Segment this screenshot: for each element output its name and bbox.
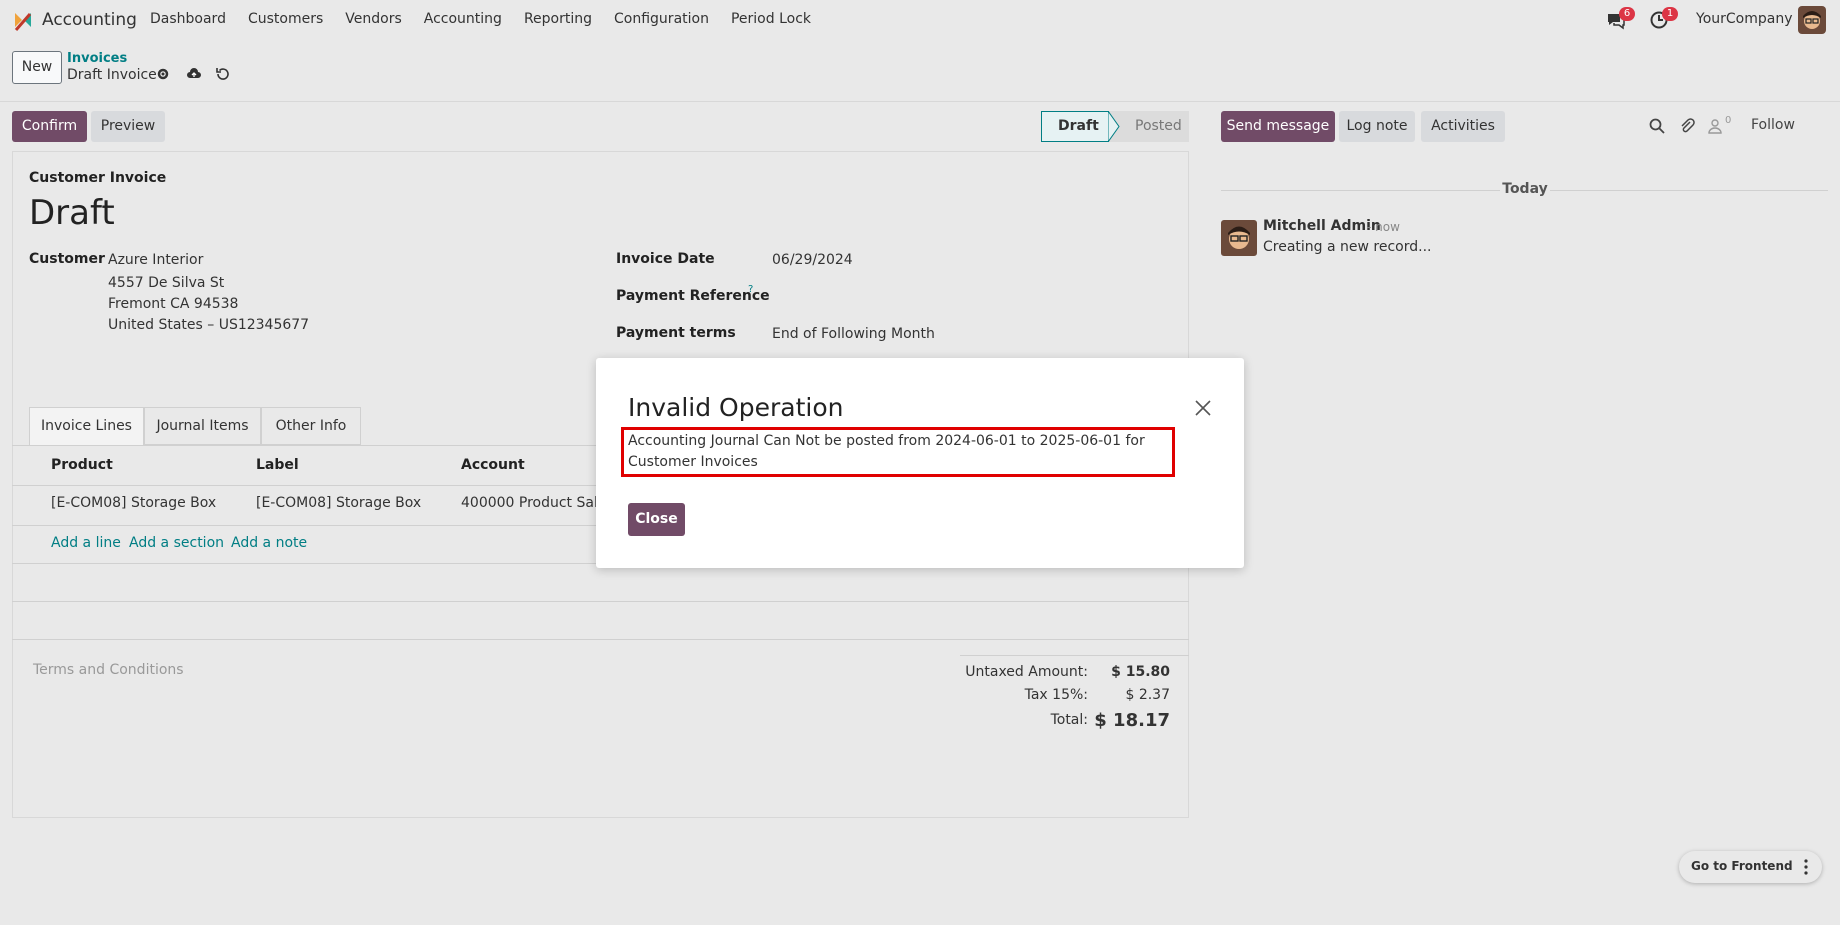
go-to-frontend-label: Go to Frontend: [1691, 859, 1793, 873]
invoice-date-label: Invoice Date: [616, 251, 715, 267]
invoice-title: Draft: [29, 193, 115, 233]
messages-badge: 6: [1619, 7, 1635, 21]
invalid-operation-dialog: Invalid Operation Accounting Journal Can…: [596, 358, 1244, 568]
save-cloud-icon[interactable]: [186, 66, 202, 82]
menu-customers[interactable]: Customers: [248, 11, 323, 27]
search-icon[interactable]: [1648, 117, 1666, 135]
status-draft: Draft: [1041, 111, 1109, 142]
user-avatar[interactable]: [1798, 6, 1826, 34]
tab-journal-items[interactable]: Journal Items: [144, 407, 261, 445]
close-icon[interactable]: [1194, 399, 1212, 417]
close-button[interactable]: Close: [628, 503, 685, 536]
menu-accounting[interactable]: Accounting: [424, 11, 502, 27]
invoice-date-field[interactable]: 06/29/2024: [772, 252, 853, 268]
paperclip-icon[interactable]: [1678, 117, 1696, 135]
customer-address-line3: United States – US12345677: [108, 317, 310, 333]
untaxed-amount-value: $ 15.80: [1111, 664, 1170, 680]
more-options-icon[interactable]: [1801, 858, 1811, 876]
line-account[interactable]: 400000 Product Sales: [461, 495, 614, 511]
row-divider-4: [12, 639, 1189, 640]
company-switcher[interactable]: YourCompany: [1696, 11, 1793, 27]
followers-user-icon[interactable]: [1707, 117, 1725, 135]
go-to-frontend-button[interactable]: Go to Frontend: [1679, 851, 1822, 883]
add-note-link[interactable]: Add a note: [231, 535, 307, 551]
follow-button[interactable]: Follow: [1751, 117, 1795, 133]
tax-value: $ 2.37: [1125, 687, 1170, 703]
date-separator: Today: [1500, 181, 1550, 197]
customer-label: Customer: [29, 251, 105, 267]
confirm-button[interactable]: Confirm: [12, 111, 87, 142]
menu-dashboard[interactable]: Dashboard: [150, 11, 226, 27]
column-label[interactable]: Label: [256, 457, 299, 473]
app-name[interactable]: Accounting: [42, 10, 137, 30]
line-label[interactable]: [E-COM08] Storage Box: [256, 495, 421, 511]
terms-conditions-input[interactable]: Terms and Conditions: [33, 662, 184, 678]
new-button[interactable]: New: [12, 51, 62, 84]
add-line-link[interactable]: Add a line: [51, 535, 121, 551]
log-note-button[interactable]: Log note: [1339, 111, 1415, 142]
payment-reference-label: Payment Reference: [616, 288, 770, 304]
payment-reference-help[interactable]: ?: [748, 284, 753, 295]
row-divider-3: [12, 601, 1189, 602]
menu-period-lock[interactable]: Period Lock: [731, 11, 811, 27]
discard-undo-icon[interactable]: [214, 66, 230, 82]
line-product[interactable]: [E-COM08] Storage Box: [51, 495, 216, 511]
menu-reporting[interactable]: Reporting: [524, 11, 592, 27]
tax-label: Tax 15%:: [1024, 687, 1088, 703]
breadcrumb-invoices[interactable]: Invoices: [67, 51, 127, 66]
top-navbar: Accounting Dashboard Customers Vendors A…: [0, 0, 1840, 40]
followers-count: 0: [1725, 115, 1732, 126]
tab-other-info[interactable]: Other Info: [261, 407, 361, 445]
customer-address-line1: 4557 De Silva St: [108, 275, 225, 291]
message-body: Creating a new record...: [1263, 239, 1432, 255]
activities-button[interactable]: Activities: [1421, 111, 1505, 142]
message-time: - now: [1367, 220, 1400, 234]
column-product[interactable]: Product: [51, 457, 113, 473]
document-type: Customer Invoice: [29, 170, 167, 186]
add-section-link[interactable]: Add a section: [129, 535, 224, 551]
status-arrow: [1108, 111, 1120, 142]
untaxed-amount-label: Untaxed Amount:: [965, 664, 1088, 680]
message-author[interactable]: Mitchell Admin: [1263, 218, 1381, 234]
main-menu: Dashboard Customers Vendors Accounting R…: [150, 11, 833, 27]
menu-vendors[interactable]: Vendors: [345, 11, 401, 27]
gear-icon[interactable]: [155, 66, 171, 82]
totals-divider: [960, 655, 1189, 656]
status-posted[interactable]: Posted: [1109, 111, 1189, 142]
dialog-title: Invalid Operation: [628, 393, 844, 422]
payment-terms-label: Payment terms: [616, 325, 736, 341]
tab-invoice-lines[interactable]: Invoice Lines: [29, 407, 144, 445]
total-value: $ 18.17: [1094, 710, 1170, 731]
customer-address-line2: Fremont CA 94538: [108, 296, 239, 312]
activities-badge: 1: [1662, 7, 1678, 21]
control-panel-divider: [0, 101, 1840, 102]
breadcrumb-current: Draft Invoice: [67, 67, 157, 83]
total-label: Total:: [1050, 712, 1088, 728]
error-message: Accounting Journal Can Not be posted fro…: [628, 433, 1145, 470]
customer-name[interactable]: Azure Interior: [108, 252, 203, 268]
payment-terms-field[interactable]: End of Following Month: [772, 326, 935, 342]
preview-button[interactable]: Preview: [91, 111, 165, 142]
accounting-app-icon[interactable]: [12, 10, 34, 32]
message-author-avatar[interactable]: [1221, 220, 1257, 256]
menu-configuration[interactable]: Configuration: [614, 11, 709, 27]
send-message-button[interactable]: Send message: [1221, 111, 1335, 142]
column-account[interactable]: Account: [461, 457, 525, 473]
